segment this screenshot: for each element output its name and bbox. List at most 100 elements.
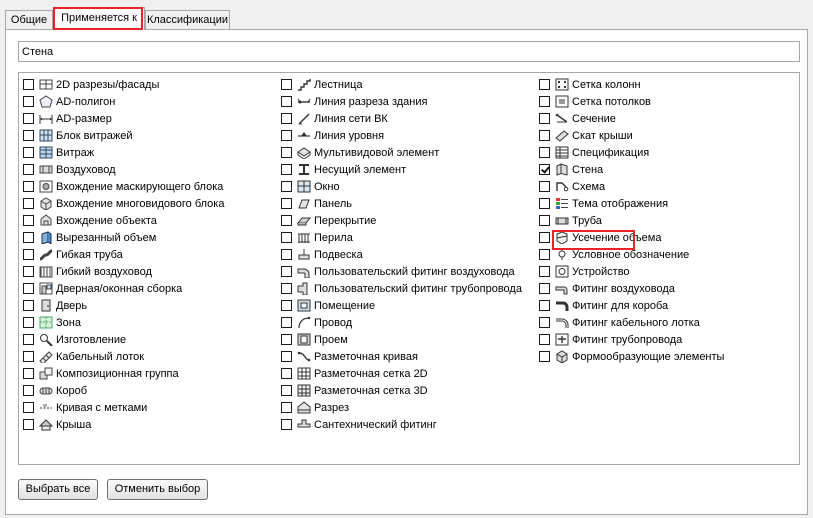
list-item[interactable]: Гибкий воздуховод <box>23 263 224 280</box>
item-checkbox[interactable] <box>23 419 34 430</box>
item-checkbox[interactable] <box>23 198 34 209</box>
list-item[interactable]: AD-размер <box>23 110 224 127</box>
list-item[interactable]: Устройство <box>539 263 724 280</box>
list-item[interactable]: Лестница <box>281 76 522 93</box>
item-checkbox[interactable] <box>23 249 34 260</box>
list-item[interactable]: Несущий элемент <box>281 161 522 178</box>
item-checkbox[interactable] <box>281 283 292 294</box>
item-checkbox[interactable] <box>23 164 34 175</box>
list-item[interactable]: Воздуховод <box>23 161 224 178</box>
list-item[interactable]: Сетка потолков <box>539 93 724 110</box>
list-item[interactable]: Изготовление <box>23 331 224 348</box>
item-checkbox[interactable] <box>23 96 34 107</box>
item-checkbox[interactable] <box>281 198 292 209</box>
list-item[interactable]: Сантехнический фитинг <box>281 416 522 433</box>
list-item[interactable]: Сечение <box>539 110 724 127</box>
list-item[interactable]: Разметочная сетка 3D <box>281 382 522 399</box>
list-item[interactable]: Разметочная сетка 2D <box>281 365 522 382</box>
item-checkbox[interactable] <box>23 317 34 328</box>
item-checkbox[interactable] <box>23 334 34 345</box>
item-checkbox[interactable] <box>23 351 34 362</box>
item-checkbox[interactable] <box>539 300 550 311</box>
list-item[interactable]: Провод <box>281 314 522 331</box>
item-checkbox[interactable] <box>539 317 550 328</box>
list-item[interactable]: Мультивидовой элемент <box>281 144 522 161</box>
list-item[interactable]: Фитинг для короба <box>539 297 724 314</box>
item-checkbox[interactable] <box>23 402 34 413</box>
item-checkbox[interactable] <box>281 317 292 328</box>
list-item[interactable]: Вхождение объекта <box>23 212 224 229</box>
item-checkbox[interactable] <box>539 79 550 90</box>
item-checkbox[interactable] <box>23 283 34 294</box>
item-checkbox[interactable] <box>539 283 550 294</box>
list-item[interactable]: Линия сети ВК <box>281 110 522 127</box>
item-checkbox[interactable] <box>23 147 34 158</box>
select-all-button[interactable]: Выбрать все <box>18 479 98 500</box>
item-checkbox[interactable] <box>281 130 292 141</box>
item-checkbox[interactable] <box>539 232 550 243</box>
list-item[interactable]: AD-полигон <box>23 93 224 110</box>
list-item[interactable]: w Кривая с метками <box>23 399 224 416</box>
list-item[interactable]: Подвеска <box>281 246 522 263</box>
item-checkbox[interactable] <box>281 79 292 90</box>
item-checkbox[interactable] <box>281 232 292 243</box>
item-checkbox[interactable] <box>23 181 34 192</box>
item-checkbox[interactable] <box>539 249 550 260</box>
item-checkbox[interactable] <box>281 249 292 260</box>
list-item[interactable]: Формообразующие элементы <box>539 348 724 365</box>
list-item[interactable]: 2D разрезы/фасады <box>23 76 224 93</box>
item-checkbox[interactable] <box>539 334 550 345</box>
item-checkbox[interactable] <box>539 215 550 226</box>
item-checkbox[interactable] <box>281 215 292 226</box>
list-item[interactable]: Вхождение маскирующего блока <box>23 178 224 195</box>
item-checkbox[interactable] <box>281 334 292 345</box>
list-item[interactable]: Дверь <box>23 297 224 314</box>
item-checkbox[interactable] <box>281 266 292 277</box>
object-filter-input[interactable] <box>18 41 800 62</box>
item-checkbox[interactable] <box>539 164 550 175</box>
item-checkbox[interactable] <box>23 79 34 90</box>
item-checkbox[interactable] <box>281 96 292 107</box>
item-checkbox[interactable] <box>539 96 550 107</box>
list-item[interactable]: Пользовательский фитинг трубопровода <box>281 280 522 297</box>
list-item[interactable]: Перекрытие <box>281 212 522 229</box>
item-checkbox[interactable] <box>23 266 34 277</box>
list-item[interactable]: Линия уровня <box>281 127 522 144</box>
list-item[interactable]: Окно <box>281 178 522 195</box>
list-item[interactable]: Композиционная группа <box>23 365 224 382</box>
item-checkbox[interactable] <box>281 351 292 362</box>
list-item[interactable]: Проем <box>281 331 522 348</box>
clear-selection-button[interactable]: Отменить выбор <box>107 479 208 500</box>
list-item[interactable]: Перила <box>281 229 522 246</box>
list-item[interactable]: Фитинг кабельного лотка <box>539 314 724 331</box>
list-item[interactable]: Разрез <box>281 399 522 416</box>
list-item[interactable]: Вхождение многовидового блока <box>23 195 224 212</box>
item-checkbox[interactable] <box>281 113 292 124</box>
item-checkbox[interactable] <box>23 385 34 396</box>
item-checkbox[interactable] <box>539 113 550 124</box>
list-item[interactable]: Разметочная кривая <box>281 348 522 365</box>
item-checkbox[interactable] <box>281 300 292 311</box>
list-item[interactable]: Схема <box>539 178 724 195</box>
list-item[interactable]: Тема отображения <box>539 195 724 212</box>
list-item[interactable]: Скат крыши <box>539 127 724 144</box>
list-item[interactable]: Панель <box>281 195 522 212</box>
item-checkbox[interactable] <box>23 130 34 141</box>
item-checkbox[interactable] <box>281 368 292 379</box>
list-item[interactable]: Гибкая труба <box>23 246 224 263</box>
item-checkbox[interactable] <box>281 181 292 192</box>
item-checkbox[interactable] <box>539 147 550 158</box>
list-item[interactable]: Витраж <box>23 144 224 161</box>
item-checkbox[interactable] <box>23 215 34 226</box>
item-checkbox[interactable] <box>23 232 34 243</box>
list-item[interactable]: Кабельный лоток <box>23 348 224 365</box>
item-checkbox[interactable] <box>23 113 34 124</box>
list-item[interactable]: Фитинг воздуховода <box>539 280 724 297</box>
item-checkbox[interactable] <box>281 164 292 175</box>
item-checkbox[interactable] <box>539 266 550 277</box>
list-item[interactable]: Линия разреза здания <box>281 93 522 110</box>
list-item[interactable]: Блок витражей <box>23 127 224 144</box>
list-item[interactable]: Крыша <box>23 416 224 433</box>
list-item[interactable]: Стена <box>539 161 724 178</box>
list-item[interactable]: Зона <box>23 314 224 331</box>
